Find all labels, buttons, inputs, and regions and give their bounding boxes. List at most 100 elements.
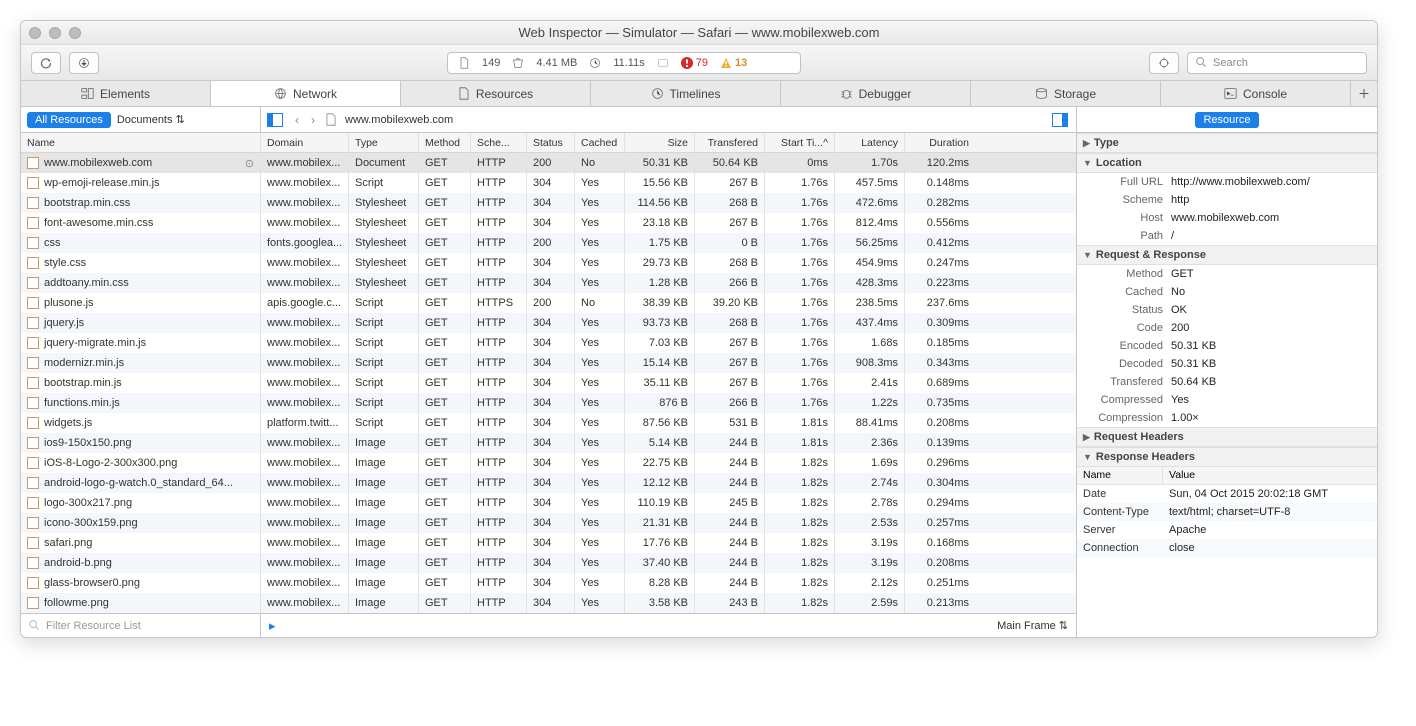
- table-row[interactable]: functions.min.jswww.mobilex...ScriptGETH…: [21, 393, 1076, 413]
- table-row[interactable]: icono-300x159.pngwww.mobilex...ImageGETH…: [21, 513, 1076, 533]
- table-body[interactable]: www.mobilexweb.com⊙www.mobilex...Documen…: [21, 153, 1076, 613]
- col-transfered[interactable]: Transfered: [695, 133, 765, 152]
- table-row[interactable]: bootstrap.min.jswww.mobilex...ScriptGETH…: [21, 373, 1076, 393]
- search-field[interactable]: Search: [1187, 52, 1367, 74]
- section-location[interactable]: ▼Location: [1077, 153, 1377, 173]
- table-row[interactable]: style.csswww.mobilex...StylesheetGETHTTP…: [21, 253, 1076, 273]
- filter-input[interactable]: Filter Resource List: [21, 614, 261, 637]
- table-row[interactable]: cssfonts.googlea...StylesheetGETHTTP200Y…: [21, 233, 1076, 253]
- file-icon: [27, 157, 39, 169]
- error-icon: [681, 57, 693, 69]
- titlebar: Web Inspector — Simulator — Safari — www…: [21, 21, 1377, 45]
- tab-console[interactable]: Console: [1161, 81, 1351, 106]
- tab-storage[interactable]: Storage: [971, 81, 1161, 106]
- section-request-headers[interactable]: ▶Request Headers: [1077, 427, 1377, 447]
- table-row[interactable]: glass-browser0.pngwww.mobilex...ImageGET…: [21, 573, 1076, 593]
- col-type[interactable]: Type: [349, 133, 419, 152]
- table-row[interactable]: jquery.jswww.mobilex...ScriptGETHTTP304Y…: [21, 313, 1076, 333]
- timelines-icon: [651, 87, 664, 100]
- path-crumb[interactable]: www.mobilexweb.com: [345, 114, 453, 126]
- elements-icon: [81, 87, 94, 100]
- table-row[interactable]: bootstrap.min.csswww.mobilex...Styleshee…: [21, 193, 1076, 213]
- warning-badge[interactable]: 13: [720, 57, 747, 69]
- tab-add[interactable]: ＋: [1351, 81, 1377, 106]
- forward-button[interactable]: ›: [309, 113, 317, 127]
- resource-scope-pill[interactable]: All Resources: [27, 112, 111, 128]
- table-row[interactable]: android-b.pngwww.mobilex...ImageGETHTTP3…: [21, 553, 1076, 573]
- inspector-window: Web Inspector — Simulator — Safari — www…: [20, 20, 1378, 638]
- filter-bar: All Resources Documents⇅ ‹ › www.mobilex…: [21, 107, 1377, 133]
- table-row[interactable]: ios9-150x150.pngwww.mobilex...ImageGETHT…: [21, 433, 1076, 453]
- col-status[interactable]: Status: [527, 133, 575, 152]
- file-icon: [27, 597, 39, 609]
- element-picker-button[interactable]: [1149, 52, 1179, 74]
- section-response-headers[interactable]: ▼Response Headers: [1077, 447, 1377, 467]
- table-row[interactable]: widgets.jsplatform.twitt...ScriptGETHTTP…: [21, 413, 1076, 433]
- tab-network[interactable]: Network: [211, 81, 401, 106]
- expand-icon[interactable]: ▸: [269, 618, 276, 634]
- document-filter[interactable]: Documents⇅: [117, 113, 185, 126]
- table-row[interactable]: android-logo-g-watch.0_standard_64...www…: [21, 473, 1076, 493]
- table-row[interactable]: modernizr.min.jswww.mobilex...ScriptGETH…: [21, 353, 1076, 373]
- file-icon: [27, 417, 39, 429]
- section-type[interactable]: ▶Type: [1077, 133, 1377, 153]
- table-row[interactable]: jquery-migrate.min.jswww.mobilex...Scrip…: [21, 333, 1076, 353]
- detail-tab-resource[interactable]: Resource: [1195, 112, 1258, 128]
- col-latency[interactable]: Latency: [835, 133, 905, 152]
- col-duration[interactable]: Duration: [905, 133, 975, 152]
- table-row[interactable]: addtoany.min.csswww.mobilex...Stylesheet…: [21, 273, 1076, 293]
- right-sidebar-toggle[interactable]: [1052, 113, 1068, 127]
- section-request-response[interactable]: ▼Request & Response: [1077, 245, 1377, 265]
- table-row[interactable]: wp-emoji-release.min.jswww.mobilex...Scr…: [21, 173, 1076, 193]
- file-icon: [27, 537, 39, 549]
- console-icon: [1224, 87, 1237, 100]
- col-domain[interactable]: Domain: [261, 133, 349, 152]
- debugger-icon: [840, 87, 853, 100]
- content-area: Name Domain Type Method Sche... Status C…: [21, 133, 1377, 637]
- tab-debugger[interactable]: Debugger: [781, 81, 971, 106]
- table-row[interactable]: font-awesome.min.csswww.mobilex...Styles…: [21, 213, 1076, 233]
- col-cached[interactable]: Cached: [575, 133, 625, 152]
- tab-timelines[interactable]: Timelines: [591, 81, 781, 106]
- back-button[interactable]: ‹: [293, 113, 301, 127]
- status-panel: 149 4.41 MB 11.11s 79 13: [447, 52, 801, 74]
- table-row[interactable]: plusone.jsapis.google.c...ScriptGETHTTPS…: [21, 293, 1076, 313]
- clock-icon: [589, 57, 601, 69]
- file-icon: [27, 357, 39, 369]
- search-placeholder: Search: [1213, 57, 1248, 69]
- detail-row: Full URLhttp://www.mobilexweb.com/: [1077, 173, 1377, 191]
- detail-row: Code200: [1077, 319, 1377, 337]
- detail-row: CachedNo: [1077, 283, 1377, 301]
- col-method[interactable]: Method: [419, 133, 471, 152]
- crosshair-icon: [1158, 57, 1170, 69]
- network-icon: [274, 87, 287, 100]
- table-row[interactable]: logo-300x217.pngwww.mobilex...ImageGETHT…: [21, 493, 1076, 513]
- table-row[interactable]: www.mobilexweb.com⊙www.mobilex...Documen…: [21, 153, 1076, 173]
- file-icon: [27, 437, 39, 449]
- filter-placeholder: Filter Resource List: [46, 620, 141, 632]
- table-row[interactable]: iOS-8-Logo-2-300x300.pngwww.mobilex...Im…: [21, 453, 1076, 473]
- window-title: Web Inspector — Simulator — Safari — www…: [21, 25, 1377, 40]
- chevron-down-icon: ▼: [1083, 250, 1092, 260]
- tab-elements[interactable]: Elements: [21, 81, 211, 106]
- file-icon: [27, 517, 39, 529]
- col-scheme[interactable]: Sche...: [471, 133, 527, 152]
- col-size[interactable]: Size: [625, 133, 695, 152]
- frame-selector[interactable]: Main Frame⇅: [997, 619, 1068, 632]
- col-name[interactable]: Name: [21, 133, 261, 152]
- table-row[interactable]: followme.pngwww.mobilex...ImageGETHTTP30…: [21, 593, 1076, 613]
- detail-row: Compression1.00×: [1077, 409, 1377, 427]
- warning-icon: [720, 57, 732, 69]
- download-button[interactable]: [69, 52, 99, 74]
- chevron-right-icon: ▶: [1083, 138, 1090, 149]
- col-start[interactable]: Start Ti... ^: [765, 133, 835, 152]
- file-icon: [27, 277, 39, 289]
- reload-button[interactable]: [31, 52, 61, 74]
- table-row[interactable]: safari.pngwww.mobilex...ImageGETHTTP304Y…: [21, 533, 1076, 553]
- table-header: Name Domain Type Method Sche... Status C…: [21, 133, 1076, 153]
- error-badge[interactable]: 79: [681, 57, 708, 69]
- left-sidebar-toggle[interactable]: [267, 113, 283, 127]
- weight-icon: [512, 57, 524, 69]
- updown-icon: ⇅: [1059, 619, 1068, 632]
- tab-resources[interactable]: Resources: [401, 81, 591, 106]
